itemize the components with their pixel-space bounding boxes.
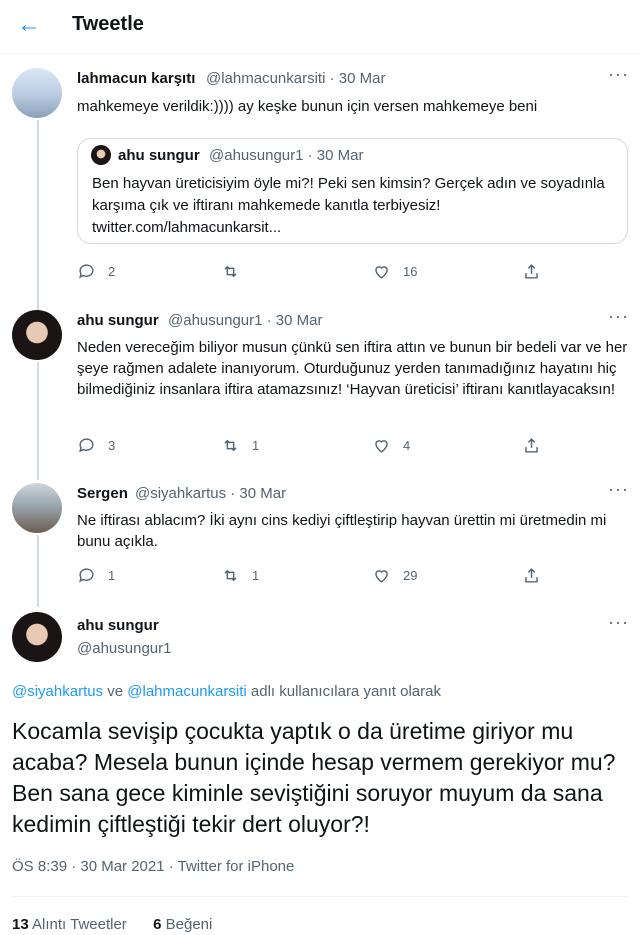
more-options-icon[interactable]: ···	[608, 64, 629, 85]
divider	[12, 896, 628, 897]
page-title: Tweetle	[72, 13, 144, 35]
avatar[interactable]	[12, 483, 62, 533]
author-meta: @siyahkartus · 30 Mar	[135, 485, 287, 502]
quote-label[interactable]: Alıntı Tweetler	[29, 916, 127, 933]
avatar[interactable]	[12, 310, 62, 360]
reply-context: @siyahkartus ve @lahmacunkarsiti adlı ku…	[12, 683, 441, 700]
tweet-timestamp[interactable]: ÖS 8:39 · 30 Mar 2021 · Twitter for iPho…	[12, 858, 294, 875]
thread-line	[37, 535, 39, 607]
retweet-button[interactable]: 1	[221, 436, 259, 455]
retweet-icon	[224, 439, 237, 452]
author-meta: @ahusungur1 · 30 Mar	[168, 312, 323, 329]
author-handle[interactable]: @ahusungur1	[77, 640, 171, 657]
share-icon	[525, 264, 538, 279]
reply-context-and: ve	[103, 683, 128, 700]
avatar	[91, 145, 111, 165]
like-button[interactable]: 16	[372, 262, 417, 281]
quoted-author-name: ahu sungur	[118, 147, 200, 164]
heart-icon	[375, 266, 388, 279]
quoted-tweet[interactable]: ahu sungur @ahusungur1 · 30 Mar Ben hayv…	[77, 138, 628, 244]
share-button[interactable]	[522, 436, 553, 455]
main-tweet-text: Kocamla sevişip çocukta yaptık o da üret…	[12, 718, 616, 837]
top-bar: ← Tweetle	[0, 0, 640, 54]
quoted-author-meta: @ahusungur1 · 30 Mar	[209, 147, 364, 164]
author-name[interactable]: ahu sungur	[77, 617, 159, 634]
reply-context-suffix: adlı kullanıcılara yanıt olarak	[246, 683, 441, 700]
share-button[interactable]	[522, 262, 553, 281]
thread-line	[37, 120, 39, 310]
reply-button[interactable]: 3	[77, 436, 115, 455]
author-name[interactable]: Sergen	[77, 485, 128, 502]
like-count: 4	[403, 438, 411, 453]
avatar[interactable]	[12, 612, 62, 662]
quoted-text: Ben hayvan üreticisiyim öyle mi?! Peki s…	[92, 175, 605, 236]
heart-icon	[375, 570, 388, 583]
more-options-icon[interactable]: ···	[608, 612, 629, 633]
like-label[interactable]: Beğeni	[161, 916, 213, 933]
reply-icon	[79, 264, 94, 279]
back-arrow-icon[interactable]: ←	[14, 10, 44, 40]
reply-icon	[79, 438, 94, 453]
reply-icon	[79, 568, 94, 583]
heart-icon	[375, 440, 388, 453]
reply-count: 1	[108, 568, 116, 583]
retweet-icon	[224, 569, 237, 582]
author-name[interactable]: lahmacun karşıtı	[77, 70, 195, 87]
quote-count[interactable]: 13	[12, 916, 29, 933]
retweet-button[interactable]: 1	[221, 566, 259, 585]
tweet-text: Neden vereceğim biliyor musun çünkü sen …	[77, 339, 628, 398]
retweet-count: 1	[252, 438, 260, 453]
reply-count: 3	[108, 438, 116, 453]
author-name[interactable]: ahu sungur	[77, 312, 159, 329]
reply-button[interactable]: 2	[77, 262, 115, 281]
share-icon	[525, 568, 538, 583]
share-icon	[525, 438, 538, 453]
reply-button[interactable]: 1	[77, 566, 115, 585]
more-options-icon[interactable]: ···	[608, 306, 629, 327]
thread-line	[37, 362, 39, 480]
author-meta: @lahmacunkarsiti · 30 Mar	[206, 70, 386, 87]
more-options-icon[interactable]: ···	[608, 479, 629, 500]
retweet-button[interactable]	[221, 262, 252, 281]
like-button[interactable]: 29	[372, 566, 417, 585]
avatar[interactable]	[12, 68, 62, 118]
retweet-count: 1	[252, 568, 260, 583]
like-button[interactable]: 4	[372, 436, 410, 455]
share-button[interactable]	[522, 566, 553, 585]
mention-link[interactable]: @siyahkartus	[12, 683, 103, 700]
like-count: 16	[403, 264, 418, 279]
engagement-stats: 13 Alıntı Tweetler 6 Beğeni	[12, 916, 212, 933]
reply-count: 2	[108, 264, 116, 279]
like-count: 29	[403, 568, 418, 583]
tweet-text: Ne iftirası ablacım? İki aynı cins kediy…	[77, 512, 607, 550]
retweet-icon	[224, 265, 237, 278]
mention-link[interactable]: @lahmacunkarsiti	[127, 683, 246, 700]
tweet-text: mahkemeye verildik:)))) ay keşke bunun i…	[77, 98, 538, 115]
